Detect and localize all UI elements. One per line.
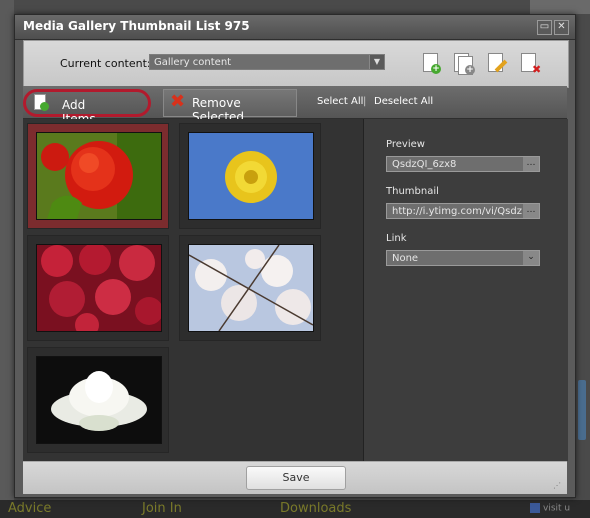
background-nav: Advice Join In Downloads [0, 500, 590, 518]
thumbnail-item-yellow-dandelion[interactable] [179, 123, 321, 229]
red-roses-bunch-image [36, 244, 162, 332]
yellow-dandelion-image [188, 132, 314, 220]
facebook-link: visit u [530, 503, 584, 515]
delete-document-icon[interactable]: ✖ [521, 53, 541, 75]
link-label: Link [386, 233, 407, 244]
chevron-down-icon: ▼ [369, 55, 384, 69]
content-bar: Current content: Gallery content ▼ + + ✖ [23, 40, 569, 88]
background-sidebar [0, 0, 14, 518]
save-button[interactable]: Save [246, 466, 346, 490]
minimize-icon[interactable]: ▭ [537, 20, 552, 35]
chevron-down-icon: ⌄ [523, 251, 539, 265]
edit-document-icon[interactable] [488, 53, 508, 75]
nav-item-advice: Advice [8, 501, 52, 516]
close-icon[interactable]: ✕ [554, 20, 569, 35]
title-bar: Media Gallery Thumbnail List 975 ▭ ✕ [15, 15, 575, 40]
add-items-button[interactable]: Add Items [23, 89, 151, 126]
thumbnail-item-white-lotus[interactable] [27, 347, 169, 453]
thumbnail-item-cherry-blossom[interactable] [179, 235, 321, 341]
remove-selected-button[interactable]: ✖ Remove Selected [163, 89, 297, 124]
current-content-label: Current content: [60, 57, 151, 70]
remove-icon: ✖ [170, 91, 186, 112]
action-bar: Add Items ✖ Remove Selected Select All |… [23, 86, 567, 126]
link-separator: | [363, 96, 367, 107]
thumbnail-item-red-roses-bunch[interactable] [27, 235, 169, 341]
footer-bar: Save ⋰ [23, 461, 567, 494]
link-select[interactable]: None ⌄ [386, 250, 540, 266]
duplicate-document-icon[interactable]: + [454, 53, 475, 75]
thumbnail-item-red-rose[interactable] [27, 123, 169, 229]
browse-preview-button[interactable]: … [523, 157, 539, 171]
thumbnail-label: Thumbnail [386, 186, 439, 197]
thumbnail-field[interactable]: http://i.ytimg.com/vi/Qsdz … [386, 203, 540, 219]
white-lotus-image [36, 356, 162, 444]
deselect-all-link[interactable]: Deselect All [374, 96, 433, 107]
background-scroll-accent [578, 380, 586, 440]
nav-item-join-in: Join In [142, 501, 182, 516]
details-panel: Preview QsdzQI_6zx8 … Thumbnail http://i… [363, 119, 568, 461]
select-all-link[interactable]: Select All [317, 96, 363, 107]
resize-grip-icon[interactable]: ⋰ [553, 481, 561, 490]
red-rose-image [36, 132, 162, 220]
facebook-icon [530, 503, 540, 513]
dialog-title: Media Gallery Thumbnail List 975 [23, 19, 250, 33]
media-gallery-dialog: Media Gallery Thumbnail List 975 ▭ ✕ Cur… [14, 14, 576, 498]
thumbnail-grid [23, 119, 363, 461]
add-document-icon [34, 94, 49, 112]
cherry-blossom-image [188, 244, 314, 332]
add-document-icon[interactable]: + [421, 53, 441, 75]
nav-item-downloads: Downloads [280, 501, 352, 516]
browse-thumbnail-button[interactable]: … [523, 204, 539, 218]
background-header-block [530, 0, 590, 14]
current-content-select[interactable]: Gallery content ▼ [149, 54, 385, 70]
preview-label: Preview [386, 139, 425, 150]
preview-field[interactable]: QsdzQI_6zx8 … [386, 156, 540, 172]
